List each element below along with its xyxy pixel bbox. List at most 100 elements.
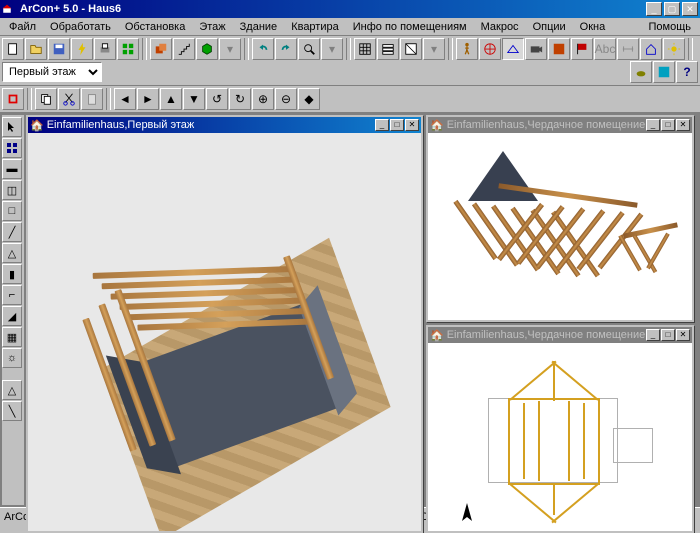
column-tool[interactable]: ▮	[2, 264, 22, 284]
tile-button[interactable]	[117, 38, 139, 60]
cut-button[interactable]	[58, 88, 80, 110]
mdi-close-button[interactable]: ✕	[676, 119, 690, 131]
sun-button[interactable]	[663, 38, 685, 60]
new-button[interactable]	[2, 38, 24, 60]
arrow-down-button[interactable]: ▾	[321, 38, 343, 60]
rotate-ccw-button[interactable]: ↺	[206, 88, 228, 110]
mdi-close-button[interactable]: ✕	[405, 119, 419, 131]
measure-tool[interactable]: ╱	[2, 222, 22, 242]
perspective-button[interactable]	[502, 38, 524, 60]
terrain-tool[interactable]: ◢	[2, 306, 22, 326]
compass-button[interactable]	[479, 38, 501, 60]
menu-floor[interactable]: Этаж	[192, 19, 232, 35]
separator	[142, 38, 147, 60]
toolbar-main: ▾ ▾ ▾ Abc Первый этаж ?	[0, 36, 700, 86]
open-button[interactable]	[25, 38, 47, 60]
help-button[interactable]: ?	[676, 61, 698, 83]
arrow-down-button[interactable]: ▾	[423, 38, 445, 60]
grid-button[interactable]	[354, 38, 376, 60]
stairs-button[interactable]	[173, 38, 195, 60]
viewport-plan[interactable]	[428, 343, 692, 531]
rotate-down-button[interactable]: ▼	[183, 88, 205, 110]
flag-button[interactable]	[571, 38, 593, 60]
mdi-minimize-button[interactable]: _	[375, 119, 389, 131]
menu-window[interactable]: Окна	[573, 19, 613, 35]
house-icon: 🏠	[30, 119, 44, 132]
roof-tool[interactable]: △	[2, 243, 22, 263]
diamond-button[interactable]: ◆	[298, 88, 320, 110]
mdi-minimize-button[interactable]: _	[646, 329, 660, 341]
menu-macros[interactable]: Макрос	[474, 19, 526, 35]
mdi-titlebar[interactable]: 🏠 Einfamilienhaus,Чердачное помещение _ …	[428, 117, 692, 133]
texture-tool[interactable]: ▦	[2, 327, 22, 347]
teapot-button[interactable]	[630, 61, 652, 83]
zoom-out-button[interactable]: ⊖	[275, 88, 297, 110]
menu-help[interactable]: Помощь	[642, 19, 699, 35]
menu-options[interactable]: Опции	[526, 19, 573, 35]
render-button[interactable]	[653, 61, 675, 83]
wall-tool[interactable]: ▬	[2, 159, 22, 179]
mdi-titlebar[interactable]: 🏠 Einfamilienhaus,Первый этаж _ □ ✕	[28, 117, 421, 133]
mdi-window-plan[interactable]: 🏠 Einfamilienhaus,Чердачное помещение _ …	[426, 325, 694, 533]
cube-button[interactable]	[196, 38, 218, 60]
object-tool[interactable]: □	[2, 201, 22, 221]
menu-building[interactable]: Здание	[233, 19, 285, 35]
snap-button[interactable]	[2, 88, 24, 110]
layer-button[interactable]	[150, 38, 172, 60]
lightning-button[interactable]	[71, 38, 93, 60]
zoom-button[interactable]	[298, 38, 320, 60]
print-button[interactable]	[94, 38, 116, 60]
redo-button[interactable]	[275, 38, 297, 60]
shade-button[interactable]	[400, 38, 422, 60]
text-button[interactable]: Abc	[594, 38, 616, 60]
menu-furnishing[interactable]: Обстановка	[118, 19, 192, 35]
menu-file[interactable]: Файл	[2, 19, 43, 35]
stair-tool[interactable]: ⌐	[2, 285, 22, 305]
left-toolbar: ▬ ◫ □ ╱ △ ▮ ⌐ ◢ ▦ ☼ △ ╲	[2, 115, 24, 505]
viewport-roof[interactable]	[428, 133, 692, 320]
line-tool[interactable]: ╲	[2, 401, 22, 421]
menu-apartment[interactable]: Квартира	[284, 19, 346, 35]
window-tool[interactable]	[2, 138, 22, 158]
maximize-button[interactable]: ▢	[664, 2, 680, 16]
save-button[interactable]	[48, 38, 70, 60]
house-button[interactable]	[640, 38, 662, 60]
mdi-close-button[interactable]: ✕	[676, 329, 690, 341]
mdi-titlebar[interactable]: 🏠 Einfamilienhaus,Чердачное помещение _ …	[428, 327, 692, 343]
separator	[27, 88, 32, 110]
mdi-window-main[interactable]: 🏠 Einfamilienhaus,Первый этаж _ □ ✕	[26, 115, 423, 533]
layers-button[interactable]	[377, 38, 399, 60]
mdi-maximize-button[interactable]: □	[661, 119, 675, 131]
walk-button[interactable]	[456, 38, 478, 60]
minimize-button[interactable]: _	[646, 2, 662, 16]
close-button[interactable]: ✕	[682, 2, 698, 16]
mdi-window-roof3d[interactable]: 🏠 Einfamilienhaus,Чердачное помещение _ …	[426, 115, 694, 322]
light-tool[interactable]: ☼	[2, 348, 22, 368]
copy-button[interactable]	[35, 88, 57, 110]
separator	[688, 38, 693, 60]
separator	[244, 38, 249, 60]
toolbar-nav: ◄ ► ▲ ▼ ↺ ↻ ⊕ ⊖ ◆	[0, 86, 700, 113]
cursor-tool[interactable]	[2, 117, 22, 137]
light-button[interactable]	[548, 38, 570, 60]
floor-selector[interactable]: Первый этаж	[2, 62, 102, 82]
rotate-left-button[interactable]: ◄	[114, 88, 136, 110]
menu-edit[interactable]: Обработать	[43, 19, 118, 35]
triangle-tool[interactable]: △	[2, 380, 22, 400]
dim-button[interactable]	[617, 38, 639, 60]
rotate-up-button[interactable]: ▲	[160, 88, 182, 110]
zoom-in-button[interactable]: ⊕	[252, 88, 274, 110]
rotate-cw-button[interactable]: ↻	[229, 88, 251, 110]
arrow-down-button[interactable]: ▾	[219, 38, 241, 60]
undo-button[interactable]	[252, 38, 274, 60]
mdi-minimize-button[interactable]: _	[646, 119, 660, 131]
viewport-3d[interactable]	[28, 133, 421, 531]
paste-button[interactable]	[81, 88, 103, 110]
camera-button[interactable]	[525, 38, 547, 60]
mdi-maximize-button[interactable]: □	[661, 329, 675, 341]
door-tool[interactable]: ◫	[2, 180, 22, 200]
rotate-right-button[interactable]: ►	[137, 88, 159, 110]
menu-rooms[interactable]: Инфо по помещениям	[346, 19, 474, 35]
titlebar: ArCon+ 5.0 - Haus6 _ ▢ ✕	[0, 0, 700, 18]
mdi-maximize-button[interactable]: □	[390, 119, 404, 131]
